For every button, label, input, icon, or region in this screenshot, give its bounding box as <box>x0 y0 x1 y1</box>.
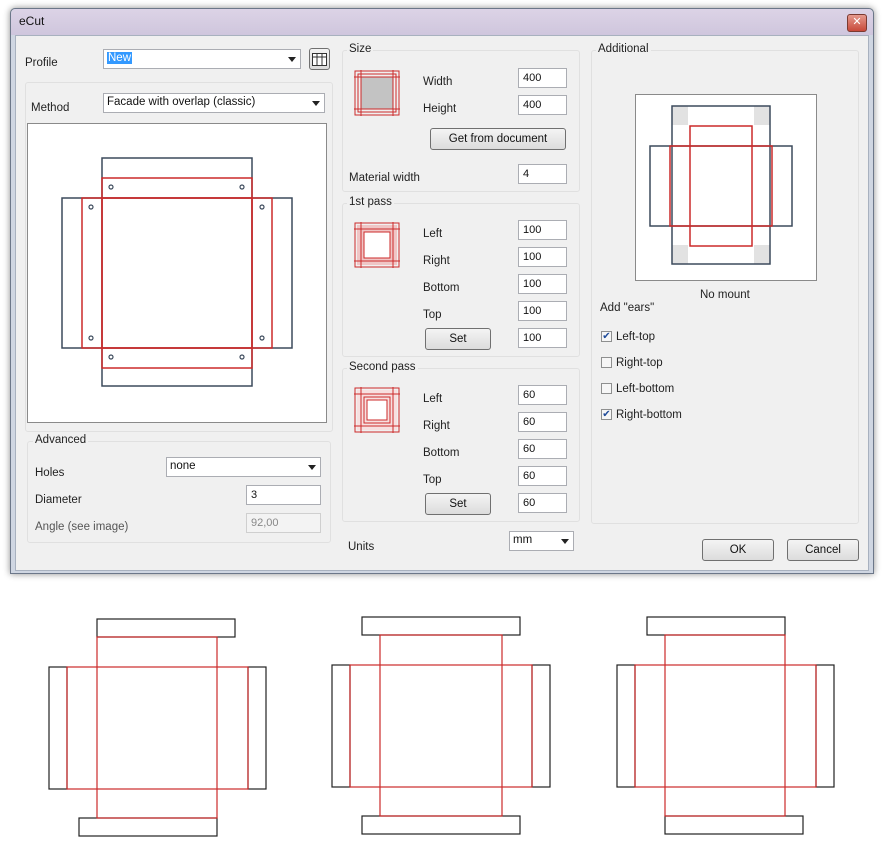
chevron-down-icon <box>312 101 320 106</box>
right-top-label: Right-top <box>616 357 663 369</box>
chevron-down-icon <box>308 465 316 470</box>
close-icon[interactable]: ✕ <box>847 14 867 32</box>
second-top-field[interactable]: 60 <box>518 466 567 486</box>
cut-layout-example-1 <box>48 618 267 837</box>
profile-combo[interactable]: New <box>103 49 301 69</box>
first-right-label: Right <box>423 255 450 267</box>
cancel-button[interactable]: Cancel <box>787 539 859 561</box>
first-left-field[interactable]: 100 <box>518 220 567 240</box>
profile-table-button[interactable] <box>309 48 330 70</box>
first-bottom-field[interactable]: 100 <box>518 274 567 294</box>
diameter-label: Diameter <box>35 494 82 506</box>
left-bottom-label: Left-bottom <box>616 383 675 395</box>
method-preview <box>27 123 327 423</box>
first-set-button[interactable]: Set <box>425 328 491 350</box>
window-title: eCut <box>19 14 45 28</box>
width-field[interactable]: 400 <box>518 68 567 88</box>
advanced-title: Advanced <box>33 434 89 446</box>
right-bottom-label: Right-bottom <box>616 409 682 421</box>
first-extra-field[interactable]: 100 <box>518 328 567 348</box>
first-left-label: Left <box>423 228 443 240</box>
angle-label: Angle (see image) <box>35 521 129 533</box>
diameter-field[interactable]: 3 <box>246 485 321 505</box>
second-right-field[interactable]: 60 <box>518 412 567 432</box>
ecut-window: eCut ✕ Profile New Method Facade with ov… <box>10 8 874 574</box>
second-top-label: Top <box>423 474 442 486</box>
table-icon <box>312 53 327 66</box>
right-bottom-checkbox[interactable]: ✔ <box>601 409 612 420</box>
ears-label: Add "ears" <box>600 302 655 314</box>
units-label: Units <box>348 541 375 553</box>
mount-preview-drawing <box>649 105 793 265</box>
second-right-label: Right <box>423 420 450 432</box>
first-top-label: Top <box>423 309 442 321</box>
width-label: Width <box>423 76 453 88</box>
height-label: Height <box>423 103 457 115</box>
profile-value: New <box>107 52 133 64</box>
method-label: Method <box>31 102 70 114</box>
height-field[interactable]: 400 <box>518 95 567 115</box>
cut-layout-examples <box>48 616 835 837</box>
additional-title: Additional <box>596 43 651 55</box>
left-top-label: Left-top <box>616 331 655 343</box>
second-left-field[interactable]: 60 <box>518 385 567 405</box>
dialog-client-area: Profile New Method Facade with overlap (… <box>15 35 869 571</box>
mount-preview <box>635 94 817 281</box>
second-bottom-label: Bottom <box>423 447 460 459</box>
units-combo[interactable]: mm <box>509 531 574 551</box>
second-pass-title: Second pass <box>347 361 418 373</box>
size-icon <box>354 70 400 116</box>
units-value: mm <box>513 534 533 546</box>
material-width-field[interactable]: 4 <box>518 164 567 184</box>
chevron-down-icon <box>288 57 296 62</box>
first-right-field[interactable]: 100 <box>518 247 567 267</box>
cut-layout-example-3 <box>616 616 835 835</box>
first-pass-icon <box>354 222 400 268</box>
second-left-label: Left <box>423 393 443 405</box>
second-bottom-field[interactable]: 60 <box>518 439 567 459</box>
method-preview-drawing <box>61 157 293 387</box>
right-top-checkbox[interactable] <box>601 357 612 368</box>
first-pass-title: 1st pass <box>347 196 394 208</box>
first-bottom-label: Bottom <box>423 282 460 294</box>
holes-label: Holes <box>35 467 65 479</box>
chevron-down-icon <box>561 539 569 544</box>
size-title: Size <box>347 43 374 55</box>
first-top-field[interactable]: 100 <box>518 301 567 321</box>
ok-button[interactable]: OK <box>702 539 774 561</box>
get-from-document-button[interactable]: Get from document <box>430 128 566 150</box>
second-set-button[interactable]: Set <box>425 493 491 515</box>
profile-label: Profile <box>25 57 58 69</box>
left-bottom-checkbox[interactable] <box>601 383 612 394</box>
mount-caption: No mount <box>700 289 750 301</box>
holes-value: none <box>170 460 196 472</box>
angle-field: 92,00 <box>246 513 321 533</box>
method-value: Facade with overlap (classic) <box>107 96 256 108</box>
title-bar[interactable]: eCut ✕ <box>11 9 873 35</box>
method-combo[interactable]: Facade with overlap (classic) <box>103 93 325 113</box>
material-width-label: Material width <box>349 172 420 184</box>
second-pass-icon <box>354 387 400 433</box>
left-top-checkbox[interactable]: ✔ <box>601 331 612 342</box>
second-extra-field[interactable]: 60 <box>518 493 567 513</box>
cut-layout-example-2 <box>331 616 551 835</box>
holes-combo[interactable]: none <box>166 457 321 477</box>
